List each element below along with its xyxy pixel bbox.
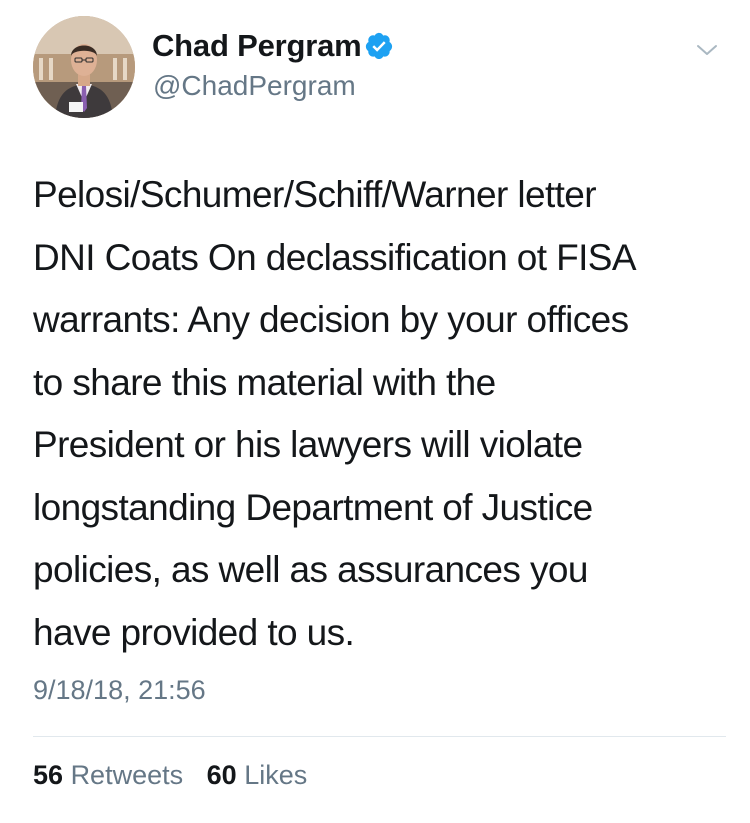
likes-label: Likes [244,760,308,790]
tweet-text-line: policies, as well as assurances you [33,549,588,590]
tweet-text-line: DNI Coats On declassification ot FISA [33,236,637,278]
tweet-text: Pelosi/Schumer/Schiff/Warner letter DNI … [33,164,733,664]
likes-count: 60 [206,760,237,790]
tweet-stats: 56 Retweets 60 Likes [33,760,307,791]
avatar[interactable] [33,16,135,118]
tweet-timestamp[interactable]: 9/18/18, 21:56 [33,675,206,706]
tweet-text-line: longstanding Department of Justice [33,486,593,528]
divider [33,736,726,737]
retweets-count: 56 [33,760,64,790]
retweets-label: Retweets [70,760,184,790]
author-name[interactable]: Chad Pergram [152,28,362,64]
retweets-stat[interactable]: 56 Retweets [33,760,183,791]
verified-badge-icon [365,32,393,60]
likes-stat[interactable]: 60 Likes [207,760,308,791]
tweet-text-line: warrants: Any decision by your offices [33,299,629,340]
author-handle[interactable]: @ChadPergram [153,70,356,102]
tweet-text-line: have provided to us. [33,611,355,653]
tweet: Chad Pergram @ChadPergram Pelosi/Schumer… [0,0,750,823]
tweet-text-line: Pelosi/Schumer/Schiff/Warner letter [33,174,597,215]
tweet-text-line: President or his lawyers will violate [33,424,583,465]
tweet-text-line: to share this material with the [33,361,496,403]
chevron-down-icon[interactable] [692,38,722,62]
avatar-photo [33,16,135,118]
